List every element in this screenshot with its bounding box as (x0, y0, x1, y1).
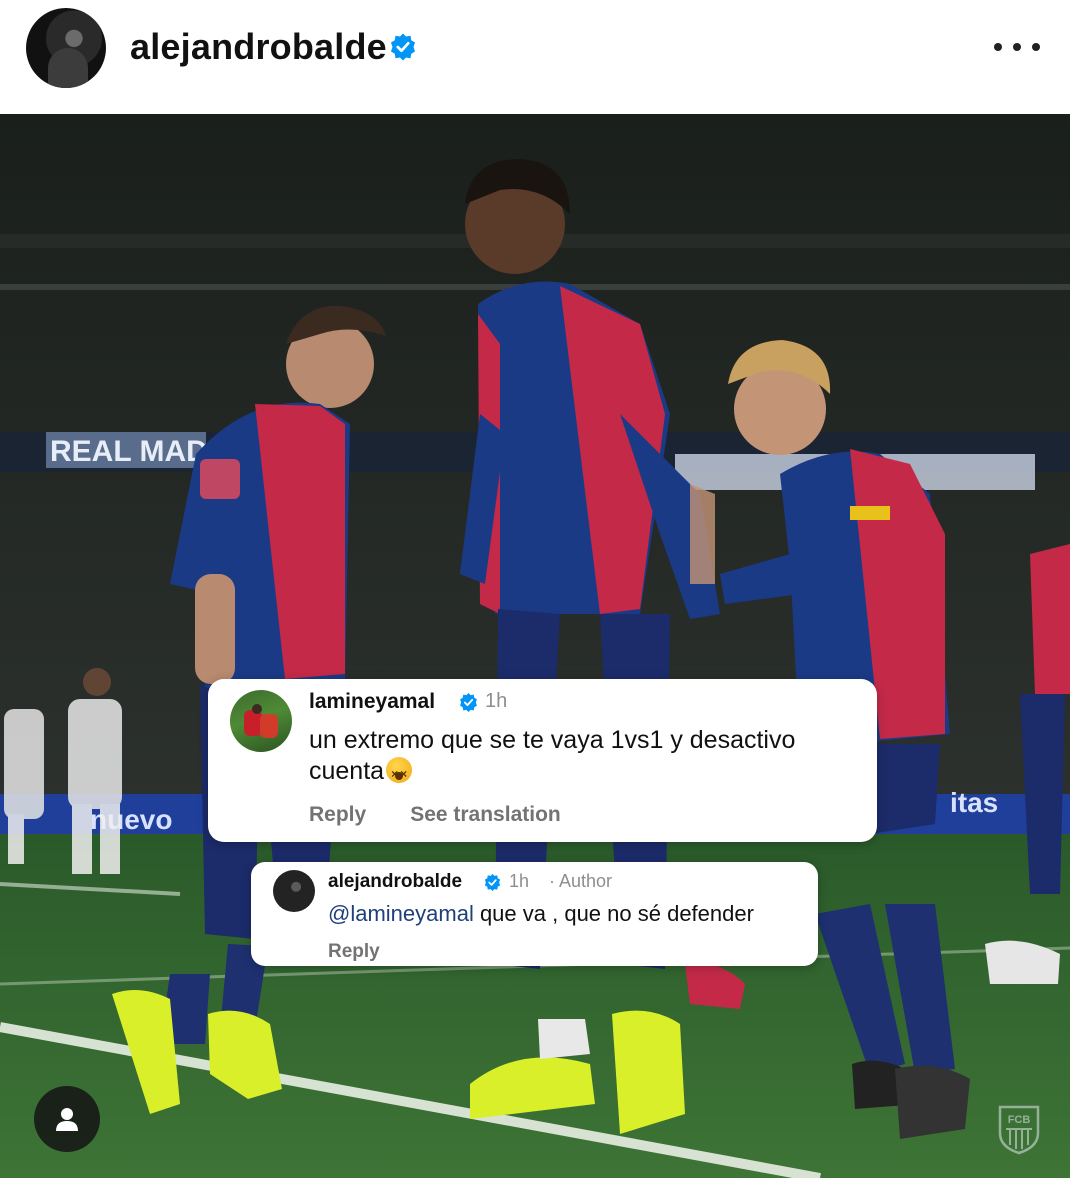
fcb-crest-icon: FCB (998, 1105, 1040, 1155)
profile-avatar[interactable] (26, 8, 106, 88)
reply-card: alejandrobalde 1h · Author @lamineyamal … (251, 862, 818, 966)
comment-timestamp: 1h (485, 690, 508, 712)
dizzy-face-emoji-icon (386, 757, 413, 790)
comment-text: un extremo que se te vaya 1vs1 y desacti… (309, 725, 869, 790)
verified-badge-icon (460, 693, 477, 712)
celebration-scene: REAL MADR nuevo itas (0, 114, 1070, 1178)
reply-button[interactable]: Reply (309, 803, 366, 827)
see-translation-button[interactable]: See translation (410, 803, 561, 827)
header-username[interactable]: alejandrobalde (130, 26, 387, 68)
verified-badge-icon (391, 33, 415, 61)
comment-body: un extremo que se te vaya 1vs1 y desacti… (309, 726, 796, 785)
svg-text:FCB: FCB (1008, 1114, 1031, 1126)
reply-body: que va , que no sé defender (473, 901, 754, 926)
user-icon (56, 1108, 78, 1131)
reply-text: @lamineyamal que va , que no sé defender (328, 900, 808, 928)
verified-badge-icon (484, 873, 501, 892)
comment-actions: Reply See translation (309, 803, 561, 827)
author-tag: · Author (549, 871, 613, 891)
replier-avatar[interactable] (273, 870, 315, 912)
tagged-people-button[interactable] (34, 1086, 100, 1152)
mention-link[interactable]: @lamineyamal (328, 901, 474, 926)
reply-username[interactable]: alejandrobalde (328, 871, 462, 893)
commenter-avatar[interactable] (230, 690, 292, 752)
board-text-right: itas (950, 787, 998, 818)
reply-actions: Reply (328, 941, 380, 963)
more-options-icon[interactable] (994, 32, 1040, 62)
comment-username[interactable]: lamineyamal (309, 690, 435, 714)
avatar-figure (48, 48, 88, 88)
reply-timestamp: 1h (509, 871, 530, 891)
post-header: alejandrobalde (0, 0, 1070, 114)
post-photo: REAL MADR nuevo itas (0, 114, 1070, 1178)
comment-card: lamineyamal 1h un extremo que se te vaya… (208, 679, 877, 842)
reply-button[interactable]: Reply (328, 941, 380, 963)
